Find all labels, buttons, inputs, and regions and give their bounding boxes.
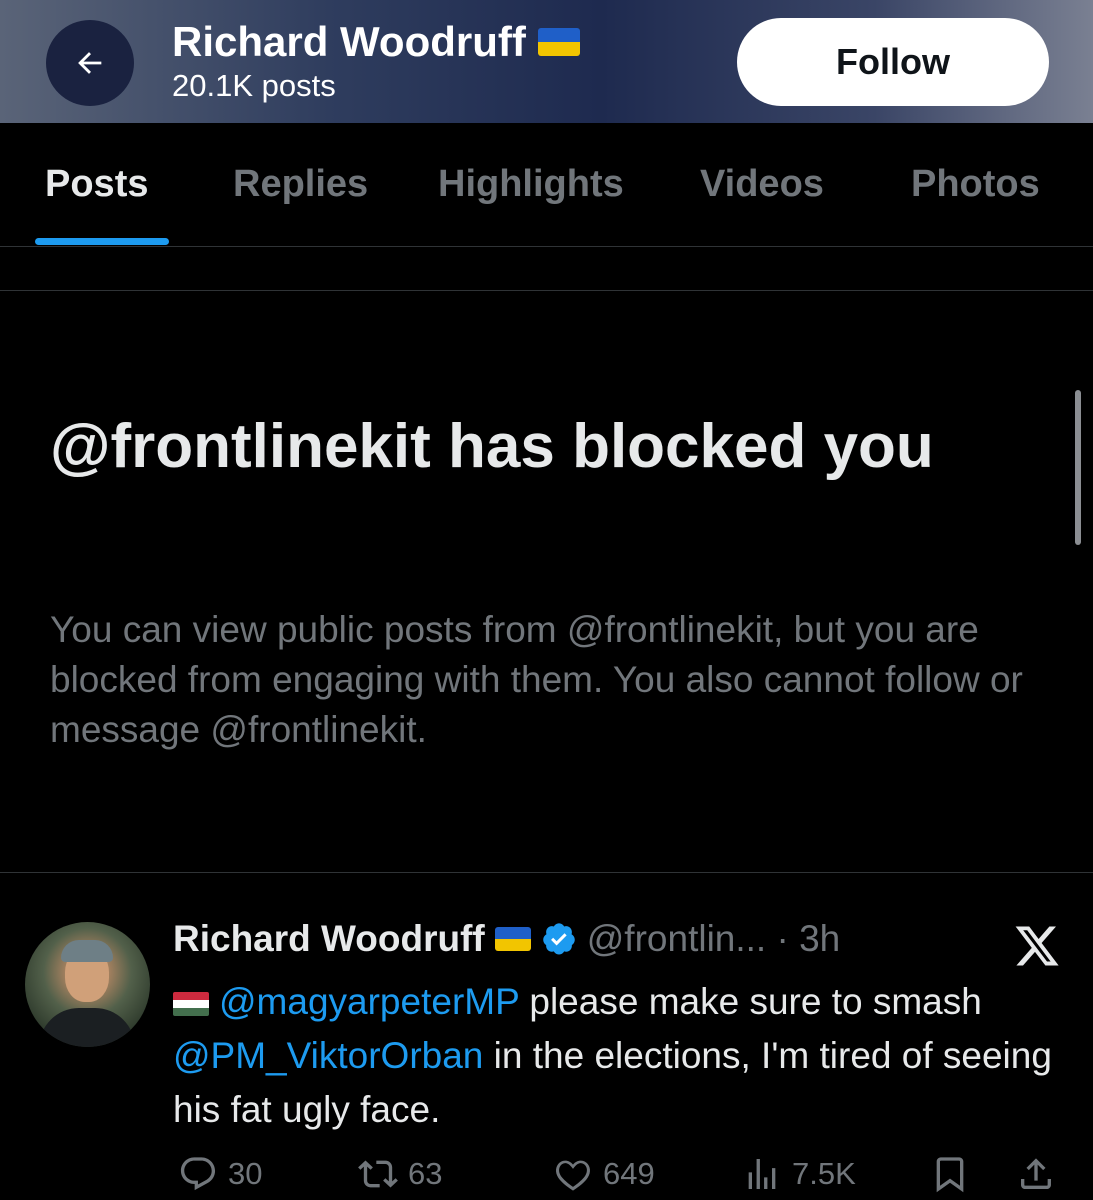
mention-link[interactable]: @magyarpeterMP <box>219 981 519 1022</box>
tab-highlights[interactable]: Highlights <box>438 163 624 206</box>
tweet-text: @magyarpeterMP please make sure to smash… <box>173 975 1053 1137</box>
views-chart-icon <box>748 1159 776 1189</box>
heart-icon <box>556 1160 590 1191</box>
bookmark-icon <box>936 1157 964 1193</box>
post-count: 20.1K posts <box>172 68 336 103</box>
ukraine-flag-icon <box>537 28 580 56</box>
repost-count: 63 <box>408 1156 443 1191</box>
tweet-author-name[interactable]: Richard Woodruff <box>173 918 485 960</box>
tab-photos[interactable]: Photos <box>911 163 1040 206</box>
tweet-actions: 30 63 649 7.5K <box>0 1152 1093 1200</box>
blocked-description: You can view public posts from @frontlin… <box>50 609 1023 750</box>
mention-link[interactable]: @PM_ViktorOrban <box>173 1035 483 1076</box>
arrow-left-icon <box>78 52 102 74</box>
tweet-header: Richard Woodruff @frontlin... · 3h <box>173 918 840 960</box>
avatar[interactable] <box>25 922 150 1047</box>
tab-replies[interactable]: Replies <box>233 163 368 206</box>
repost-icon <box>358 1160 398 1188</box>
reply-count: 30 <box>228 1156 263 1191</box>
follow-button[interactable]: Follow <box>737 18 1049 106</box>
ukraine-flag-icon <box>494 927 531 951</box>
profile-title: Richard Woodruff <box>172 18 580 66</box>
verified-badge-icon <box>543 923 575 955</box>
bookmark-button[interactable] <box>930 1154 970 1194</box>
views-count: 7.5K <box>792 1156 856 1191</box>
views-button[interactable]: 7.5K <box>742 1154 856 1194</box>
tab-posts[interactable]: Posts <box>45 163 148 206</box>
share-button[interactable] <box>1016 1154 1056 1194</box>
back-button[interactable] <box>46 20 134 106</box>
tweet-text-part: please make sure to smash <box>519 981 982 1022</box>
x-logo-icon[interactable] <box>1012 922 1062 970</box>
like-count: 649 <box>603 1156 655 1191</box>
repost-button[interactable]: 63 <box>358 1154 442 1194</box>
profile-tabs: Posts Replies Highlights Videos Photos <box>0 123 1093 247</box>
tweet-handle-time: @frontlin... · 3h <box>586 918 841 959</box>
like-button[interactable]: 649 <box>553 1154 655 1194</box>
divider <box>0 872 1093 873</box>
hungary-flag-icon <box>173 992 209 1017</box>
profile-name: Richard Woodruff <box>172 18 526 65</box>
share-icon <box>1021 1158 1051 1189</box>
reply-icon <box>180 1157 216 1191</box>
tab-videos[interactable]: Videos <box>700 163 824 206</box>
scrollbar[interactable] <box>1075 390 1081 545</box>
profile-header: Richard Woodruff 20.1K posts Follow <box>0 0 1093 123</box>
active-tab-indicator <box>35 238 169 245</box>
blocked-title: @frontlinekit has blocked you <box>50 412 934 481</box>
reply-button[interactable]: 30 <box>178 1154 262 1194</box>
divider <box>0 290 1093 291</box>
